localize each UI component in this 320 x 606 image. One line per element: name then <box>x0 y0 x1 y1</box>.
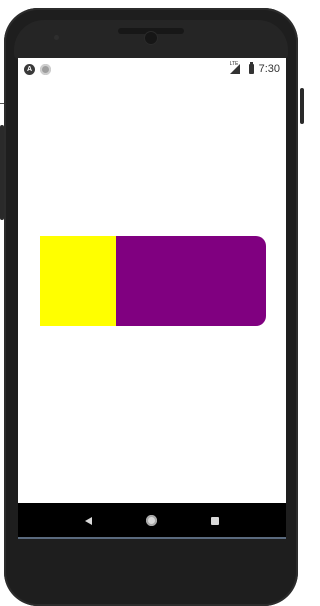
emulator-canvas: A LTE 7:30 <box>0 0 304 606</box>
proximity-sensor <box>54 35 59 40</box>
purple-segment <box>116 236 266 326</box>
status-left-group: A <box>24 63 51 75</box>
notification-dot-icon <box>40 63 51 75</box>
device-screen: A LTE 7:30 <box>18 58 286 538</box>
lte-signal-icon: LTE <box>229 61 244 74</box>
front-camera <box>145 32 157 44</box>
recents-icon[interactable] <box>211 516 219 525</box>
status-right-group: LTE 7:30 <box>229 61 280 75</box>
status-time: 7:30 <box>258 63 280 75</box>
app-icon-letter: A <box>26 65 33 73</box>
battery-icon <box>248 62 254 74</box>
app-notification-icon: A <box>24 63 35 75</box>
screen-bottom-edge <box>18 537 286 539</box>
volume-button[interactable] <box>0 125 4 220</box>
navigation-bar <box>18 503 286 538</box>
yellow-segment <box>40 236 116 326</box>
back-icon[interactable] <box>85 516 92 525</box>
network-type-label: LTE <box>229 61 239 67</box>
color-split-bar <box>40 236 266 326</box>
home-icon[interactable] <box>146 515 157 526</box>
status-bar: A LTE 7:30 <box>18 58 286 80</box>
power-button[interactable] <box>300 88 304 124</box>
